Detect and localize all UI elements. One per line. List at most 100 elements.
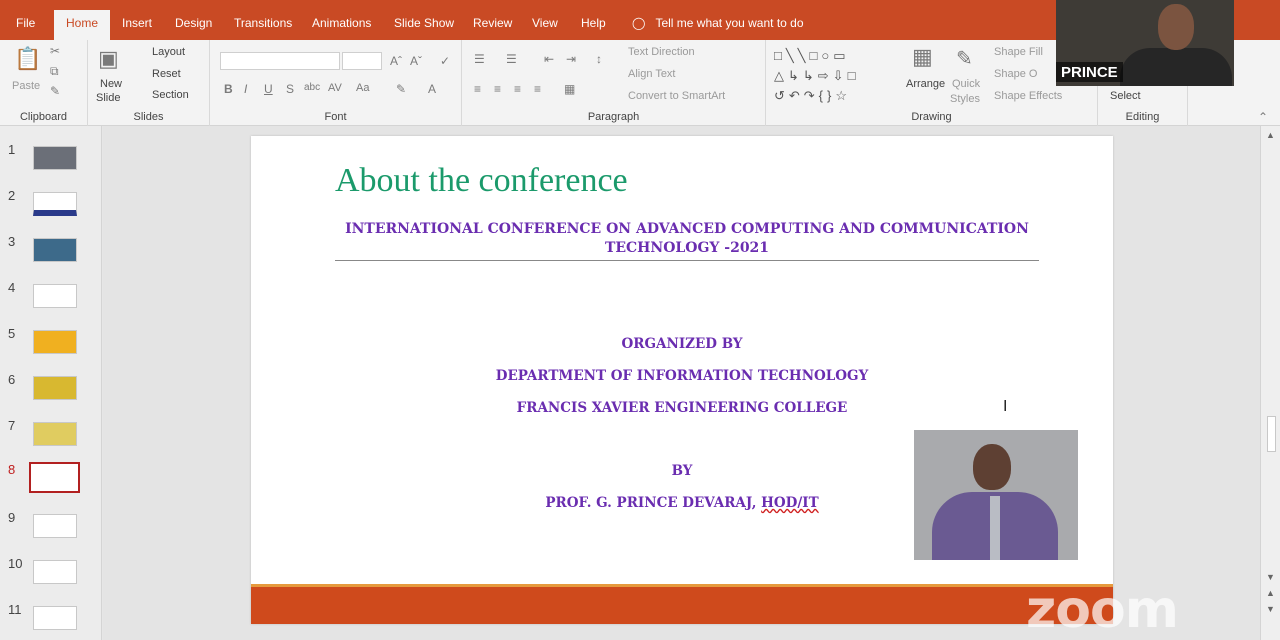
scroll-down-icon[interactable]: ▼ [1266,572,1275,582]
copy-icon[interactable]: ⧉ [50,64,59,79]
shape-fill-button[interactable]: Shape Fill [994,46,1043,58]
slides-label: Slides [133,111,164,123]
tab-view[interactable]: View [532,16,558,30]
tab-slide-show[interactable]: Slide Show [394,16,454,30]
numbering-icon[interactable]: ☰ [506,52,517,66]
font-size-box[interactable] [342,52,382,70]
powerpoint-window: File Home Insert Design Transitions Anim… [0,0,1280,640]
current-slide[interactable]: About the conference INTERNATIONAL CONFE… [251,136,1113,624]
arrange-icon[interactable]: ▦ [912,44,933,70]
char-spacing-icon[interactable]: AV [328,82,342,94]
tab-insert[interactable]: Insert [122,16,152,30]
shape-effects-button[interactable]: Shape Effects [994,90,1062,102]
participant-video[interactable]: PRINCE [1056,0,1234,86]
slide-footer-bar [251,584,1113,624]
next-slide-icon[interactable]: ▼ [1266,604,1275,614]
font-group: Aˆ Aˇ ✓ B I U S abc AV Aa ✎ A Font [210,40,462,126]
grow-font-icon[interactable]: Aˆ [390,54,402,68]
line-spacing-icon[interactable]: ↕ [596,52,602,66]
bullets-icon[interactable]: ☰ [474,52,485,66]
clipboard-group: 📋 Paste ✂ ⧉ ✎ Clipboard [0,40,88,126]
slide-title[interactable]: About the conference [335,162,628,200]
department-text[interactable]: DEPARTMENT OF INFORMATION TECHNOLOGY [251,368,1113,384]
layout-button[interactable]: Layout [152,46,185,58]
cut-icon[interactable]: ✂ [50,44,60,58]
align-left-icon[interactable]: ≡ [474,82,481,96]
quick-styles-label[interactable]: Quick [952,78,980,90]
shrink-font-icon[interactable]: Aˇ [410,54,422,68]
slide-editing-canvas: About the conference INTERNATIONAL CONFE… [103,126,1260,640]
thumbnail-slide-7[interactable]: 7 [0,418,100,454]
underline-icon[interactable]: U [264,82,273,96]
tab-help[interactable]: Help [581,16,606,30]
drawing-group: □╲╲□○▭ △↳↳⇨⇩□ ↺↶↷{}☆ ▦ Arrange ✎ Quick Sty… [766,40,1098,126]
italic-icon[interactable]: I [244,82,247,96]
font-color-icon[interactable]: A [428,82,436,96]
thumbnail-slide-2[interactable]: 2 [0,188,100,224]
increase-indent-icon[interactable]: ⇥ [566,52,576,66]
arrange-button[interactable]: Arrange [906,78,945,90]
align-text-button[interactable]: Align Text [628,68,676,80]
new-slide-label-2[interactable]: Slide [96,92,120,104]
reset-button[interactable]: Reset [152,68,181,80]
thumbnail-slide-8[interactable]: 8 [0,462,100,498]
columns-icon[interactable]: ▦ [564,82,575,96]
slide-thumbnails-pane: 1 2 3 4 5 6 7 8 9 10 11 [0,126,102,640]
clear-format-icon[interactable]: ✓ [440,54,450,68]
change-case-icon[interactable]: Aa [356,82,369,94]
bold-icon[interactable]: B [224,82,233,96]
new-slide-icon[interactable]: ▣ [98,46,119,72]
vertical-scrollbar[interactable]: ▲ ▼ ▲ ▼ [1260,126,1280,640]
paragraph-label: Paragraph [587,111,640,123]
organized-by-text[interactable]: ORGANIZED BY [251,336,1113,352]
thumbnail-slide-4[interactable]: 4 [0,280,100,316]
new-slide-label[interactable]: New [100,78,122,90]
tab-file[interactable]: File [16,16,35,30]
decrease-indent-icon[interactable]: ⇤ [544,52,554,66]
slide-subtitle[interactable]: INTERNATIONAL CONFERENCE ON ADVANCED COM… [335,220,1039,258]
participant-name: PRINCE [1056,62,1123,82]
scrollbar-thumb[interactable] [1267,416,1276,452]
text-cursor-icon: I [1003,398,1008,415]
font-label: Font [324,111,347,123]
previous-slide-icon[interactable]: ▲ [1266,588,1275,598]
quick-styles-label-2[interactable]: Styles [950,93,980,105]
presenter-role: HOD/IT [761,495,819,511]
thumbnail-slide-9[interactable]: 9 [0,510,100,546]
scroll-up-icon[interactable]: ▲ [1266,130,1275,140]
select-button[interactable]: Select [1110,90,1141,102]
paragraph-group: ☰ ☰ ⇤ ⇥ ↕ ≡ ≡ ≡ ≡ ▦ Text Direction Align… [462,40,766,126]
font-name-box[interactable] [220,52,340,70]
collapse-ribbon-icon[interactable]: ⌃ [1258,110,1268,124]
tell-me-search[interactable]: ◯ Tell me what you want to do [632,16,804,30]
format-painter-icon[interactable]: ✎ [50,84,60,98]
shape-outline-button[interactable]: Shape O [994,68,1037,80]
convert-smartart-button[interactable]: Convert to SmartArt [628,90,725,102]
strikethrough-icon[interactable]: abc [304,82,320,93]
shadow-icon[interactable]: S [286,82,294,96]
presenter-photo[interactable] [914,430,1078,560]
paste-button[interactable]: Paste [12,80,40,92]
section-button[interactable]: Section [152,89,189,101]
thumbnail-slide-1[interactable]: 1 [0,142,100,178]
tab-transitions[interactable]: Transitions [234,16,292,30]
thumbnail-slide-11[interactable]: 11 [0,602,100,638]
tab-review[interactable]: Review [473,16,512,30]
tab-design[interactable]: Design [175,16,212,30]
college-text[interactable]: FRANCIS XAVIER ENGINEERING COLLEGE [251,400,1113,416]
align-right-icon[interactable]: ≡ [514,82,521,96]
paste-icon[interactable]: 📋 [14,46,41,72]
quick-styles-icon[interactable]: ✎ [956,46,973,71]
shapes-gallery[interactable]: □╲╲□○▭ △↳↳⇨⇩□ ↺↶↷{}☆ [774,46,888,106]
tab-home[interactable]: Home [54,10,111,40]
subtitle-line-1: INTERNATIONAL CONFERENCE ON ADVANCED COM… [345,221,1029,237]
tab-animations[interactable]: Animations [312,16,371,30]
highlight-icon[interactable]: ✎ [396,82,406,96]
thumbnail-slide-3[interactable]: 3 [0,234,100,270]
align-center-icon[interactable]: ≡ [494,82,501,96]
text-direction-button[interactable]: Text Direction [628,46,695,58]
thumbnail-slide-10[interactable]: 10 [0,556,100,592]
justify-icon[interactable]: ≡ [534,82,541,96]
thumbnail-slide-5[interactable]: 5 [0,326,100,362]
thumbnail-slide-6[interactable]: 6 [0,372,100,408]
